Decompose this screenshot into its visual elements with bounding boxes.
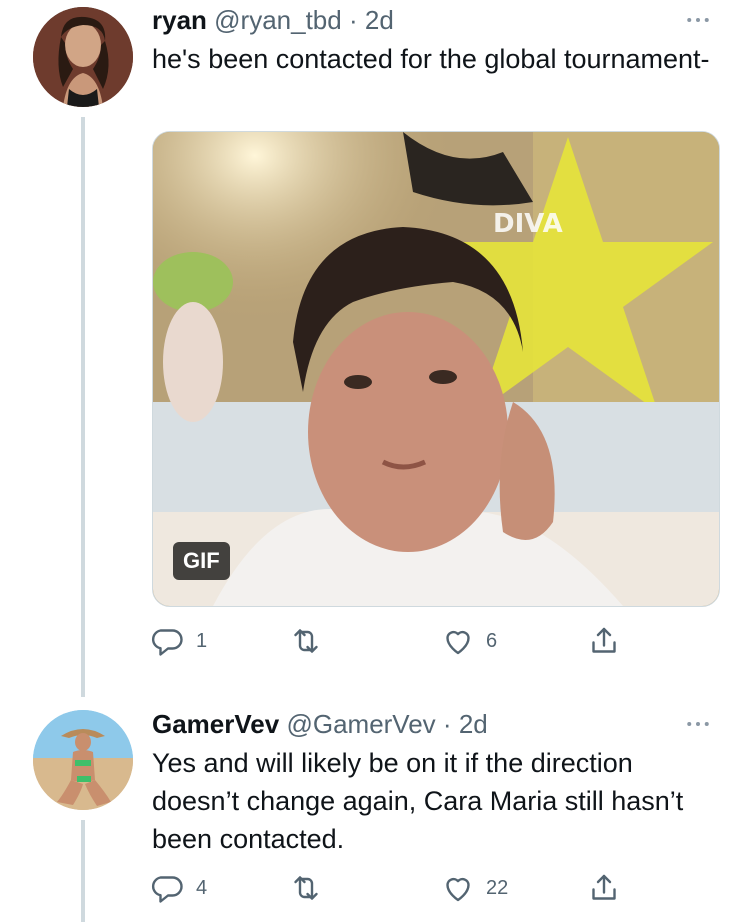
- more-icon: [687, 722, 709, 726]
- timestamp[interactable]: 2d: [365, 5, 394, 35]
- like-icon: [446, 877, 470, 902]
- reply-count: 4: [196, 876, 208, 899]
- more-icon: [687, 18, 709, 22]
- tweet-header: GamerVev @GamerVev · 2d: [152, 708, 488, 740]
- author-handle[interactable]: @ryan_tbd: [214, 5, 342, 35]
- background-sign-text: DIVA: [493, 209, 563, 239]
- tweet-text: Yes and will likely be on it if the dire…: [152, 748, 684, 854]
- share-button[interactable]: [586, 866, 622, 910]
- share-button[interactable]: [586, 619, 622, 663]
- reply-button[interactable]: 1: [150, 619, 207, 663]
- tweet-text: he's been contacted for the global tourn…: [152, 44, 710, 74]
- separator-dot: ·: [442, 709, 452, 739]
- avatar[interactable]: [33, 710, 133, 810]
- share-icon: [592, 627, 616, 653]
- reply-count: 1: [196, 629, 208, 652]
- author-name[interactable]: ryan: [152, 5, 207, 35]
- like-button[interactable]: 6: [440, 619, 497, 663]
- retweet-button[interactable]: [288, 619, 324, 663]
- gif-badge: GIF: [173, 542, 230, 580]
- share-icon: [592, 874, 616, 900]
- like-count: 6: [486, 629, 498, 652]
- tweet-actions: 1 6: [140, 619, 640, 663]
- tweet-gamervev[interactable]: GamerVev @GamerVev · 2d Yes and will lik…: [0, 700, 750, 922]
- more-button[interactable]: [682, 708, 714, 740]
- author-handle[interactable]: @GamerVev: [286, 709, 435, 739]
- reply-icon: [151, 629, 183, 656]
- more-button[interactable]: [682, 4, 714, 36]
- avatar[interactable]: [33, 7, 133, 107]
- separator-dot: ·: [348, 5, 358, 35]
- gif-media[interactable]: DIVA GIF: [152, 131, 720, 607]
- tweet-header: ryan @ryan_tbd · 2d: [152, 4, 394, 36]
- tweet-actions: 4 22: [140, 866, 640, 910]
- like-button[interactable]: 22: [440, 866, 508, 910]
- reply-button[interactable]: 4: [150, 866, 207, 910]
- reply-icon: [151, 876, 183, 903]
- tweet-ryan[interactable]: ryan @ryan_tbd · 2d he's been contacted …: [0, 0, 750, 700]
- author-name[interactable]: GamerVev: [152, 709, 279, 739]
- gif-frame: DIVA: [153, 132, 719, 606]
- like-icon: [446, 630, 470, 655]
- retweet-icon: [294, 876, 318, 900]
- retweet-button[interactable]: [288, 866, 324, 910]
- retweet-icon: [294, 629, 318, 653]
- like-count: 22: [486, 876, 509, 899]
- timestamp[interactable]: 2d: [459, 709, 488, 739]
